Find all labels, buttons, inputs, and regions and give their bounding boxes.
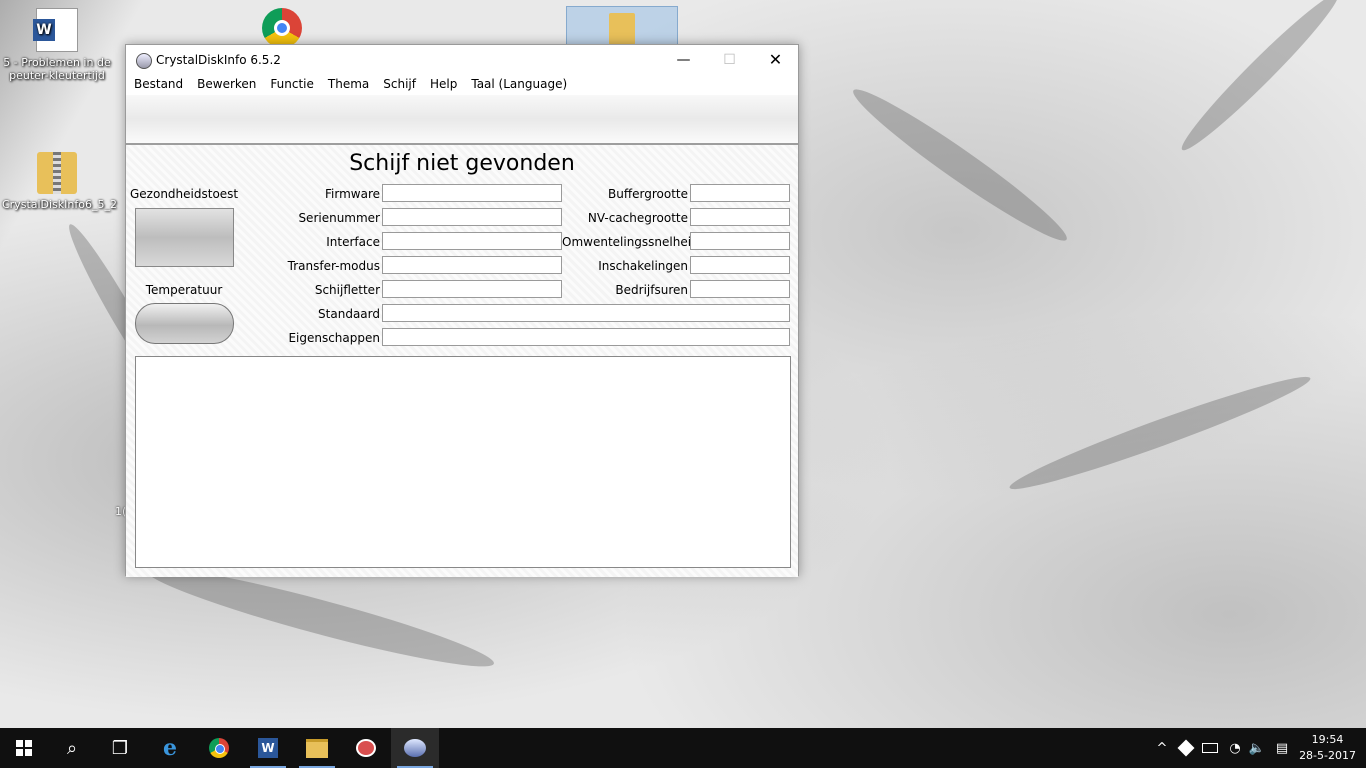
chrome-icon <box>209 738 229 758</box>
rotation-rate-label: Omwentelingssnelheid <box>562 235 699 249</box>
power-on-count-field <box>690 256 790 274</box>
temperature-indicator <box>135 303 234 344</box>
speaker-muted-icon[interactable]: 🔈 <box>1246 728 1268 768</box>
task-view-button[interactable]: ❐ <box>96 728 144 768</box>
taskbar-chrome[interactable] <box>195 728 243 768</box>
menu-bar: Bestand Bewerken Functie Thema Schijf Help Taa… <box>126 75 798 95</box>
taskbar-edge[interactable]: e <box>146 728 194 768</box>
desktop-icon-label: CrystalDiskInfo6_5_2 <box>2 198 117 211</box>
health-status-indicator[interactable] <box>135 208 234 267</box>
features-field <box>382 328 790 346</box>
minimize-button[interactable]: — <box>661 45 706 75</box>
desktop-icon-label: 5 - Problemen in de peuter-kleutertijd <box>3 56 111 82</box>
crystaldiskinfo-icon <box>404 739 426 757</box>
close-button[interactable]: ✕ <box>753 45 798 75</box>
wifi-icon[interactable]: ◔ <box>1224 728 1246 768</box>
desktop-selected-icon[interactable] <box>566 6 678 48</box>
crystaldiskinfo-window: CrystalDiskInfo 6.5.2 — ☐ ✕ Bestand Bewer… <box>125 44 799 577</box>
menu-functie[interactable]: Functie <box>270 75 320 91</box>
menu-bewerken[interactable]: Bewerken <box>197 75 263 91</box>
desktop-icon-word-document[interactable]: 5 - Problemen in de peuter-kleutertijd <box>2 8 112 82</box>
serial-number-label: Serienummer <box>298 211 380 225</box>
taskbar-crystaldiskinfo[interactable] <box>391 728 439 768</box>
word-document-icon <box>33 8 78 52</box>
nv-cache-size-label: NV-cachegrootte <box>587 211 688 225</box>
clock[interactable]: 19:54 28-5-2017 <box>1299 732 1356 764</box>
search-icon: ⌕ <box>66 737 78 759</box>
firmware-field <box>382 184 562 202</box>
task-view-icon: ❐ <box>111 737 129 759</box>
menu-taal[interactable]: Taal (Language) <box>471 75 574 91</box>
start-button[interactable] <box>0 728 48 768</box>
taskbar-file-explorer[interactable] <box>293 728 341 768</box>
snipping-tool-icon <box>356 739 376 757</box>
show-hidden-icons-button[interactable]: ^ <box>1152 728 1172 768</box>
edge-icon: e <box>163 735 177 761</box>
transfer-mode-label: Transfer-modus <box>287 259 380 273</box>
marble-vein <box>1173 0 1347 159</box>
search-button[interactable]: ⌕ <box>48 728 96 768</box>
window-title: CrystalDiskInfo 6.5.2 <box>156 53 281 67</box>
temperature-label: Temperatuur <box>145 283 223 297</box>
title-bar[interactable]: CrystalDiskInfo 6.5.2 — ☐ ✕ <box>126 45 798 75</box>
disk-info-panel: Schijf niet gevonden Gezondheidstoest Te… <box>126 145 798 577</box>
word-icon: W <box>258 738 278 758</box>
power-on-hours-field <box>690 280 790 298</box>
drive-letter-label: Schijfletter <box>314 283 380 297</box>
buffer-size-label: Buffergrootte <box>608 187 688 201</box>
power-on-hours-label: Bedrijfsuren <box>615 283 688 297</box>
menu-thema[interactable]: Thema <box>328 75 376 91</box>
transfer-mode-field <box>382 256 562 274</box>
clock-time: 19:54 <box>1311 733 1344 746</box>
taskbar: ⌕ ❐ e W ^ ◔ 🔈 ▤ 19:54 28-5-2017 <box>0 728 1366 768</box>
desktop-chrome-icon[interactable] <box>262 8 302 48</box>
disk-select-toolbar <box>126 95 798 145</box>
menu-bestand[interactable]: Bestand <box>134 75 190 91</box>
file-explorer-icon <box>306 738 328 758</box>
interface-label: Interface <box>326 235 380 249</box>
dropbox-icon[interactable] <box>1176 728 1196 768</box>
notifications-icon[interactable]: ▤ <box>1270 728 1294 768</box>
serial-number-field <box>382 208 562 226</box>
health-status-label: Gezondheidstoest <box>130 187 238 201</box>
drive-letter-field <box>382 280 562 298</box>
windows-logo-icon <box>16 740 32 756</box>
features-label: Eigenschappen <box>288 331 380 345</box>
menu-schijf[interactable]: Schijf <box>383 75 423 91</box>
standard-field <box>382 304 790 322</box>
power-on-count-label: Inschakelingen <box>598 259 688 273</box>
desktop-icon-zip-folder[interactable]: CrystalDiskInfo6_5_2 <box>2 152 117 211</box>
battery-icon[interactable] <box>1200 728 1220 768</box>
standard-label: Standaard <box>318 307 380 321</box>
marble-vein <box>1005 366 1315 500</box>
crystaldiskinfo-app-icon <box>136 53 152 69</box>
taskbar-snipping-tool[interactable] <box>342 728 390 768</box>
marble-vein <box>844 78 1076 252</box>
nv-cache-size-field <box>690 208 790 226</box>
rotation-rate-field <box>690 232 790 250</box>
menu-help[interactable]: Help <box>430 75 464 91</box>
interface-field <box>382 232 562 250</box>
smart-attributes-list[interactable] <box>135 356 791 568</box>
taskbar-word[interactable]: W <box>244 728 292 768</box>
clock-date: 28-5-2017 <box>1299 749 1356 762</box>
firmware-label: Firmware <box>325 187 380 201</box>
disk-title: Schijf niet gevonden <box>349 151 575 176</box>
buffer-size-field <box>690 184 790 202</box>
maximize-button[interactable]: ☐ <box>707 45 752 75</box>
zip-folder-icon <box>37 152 77 194</box>
